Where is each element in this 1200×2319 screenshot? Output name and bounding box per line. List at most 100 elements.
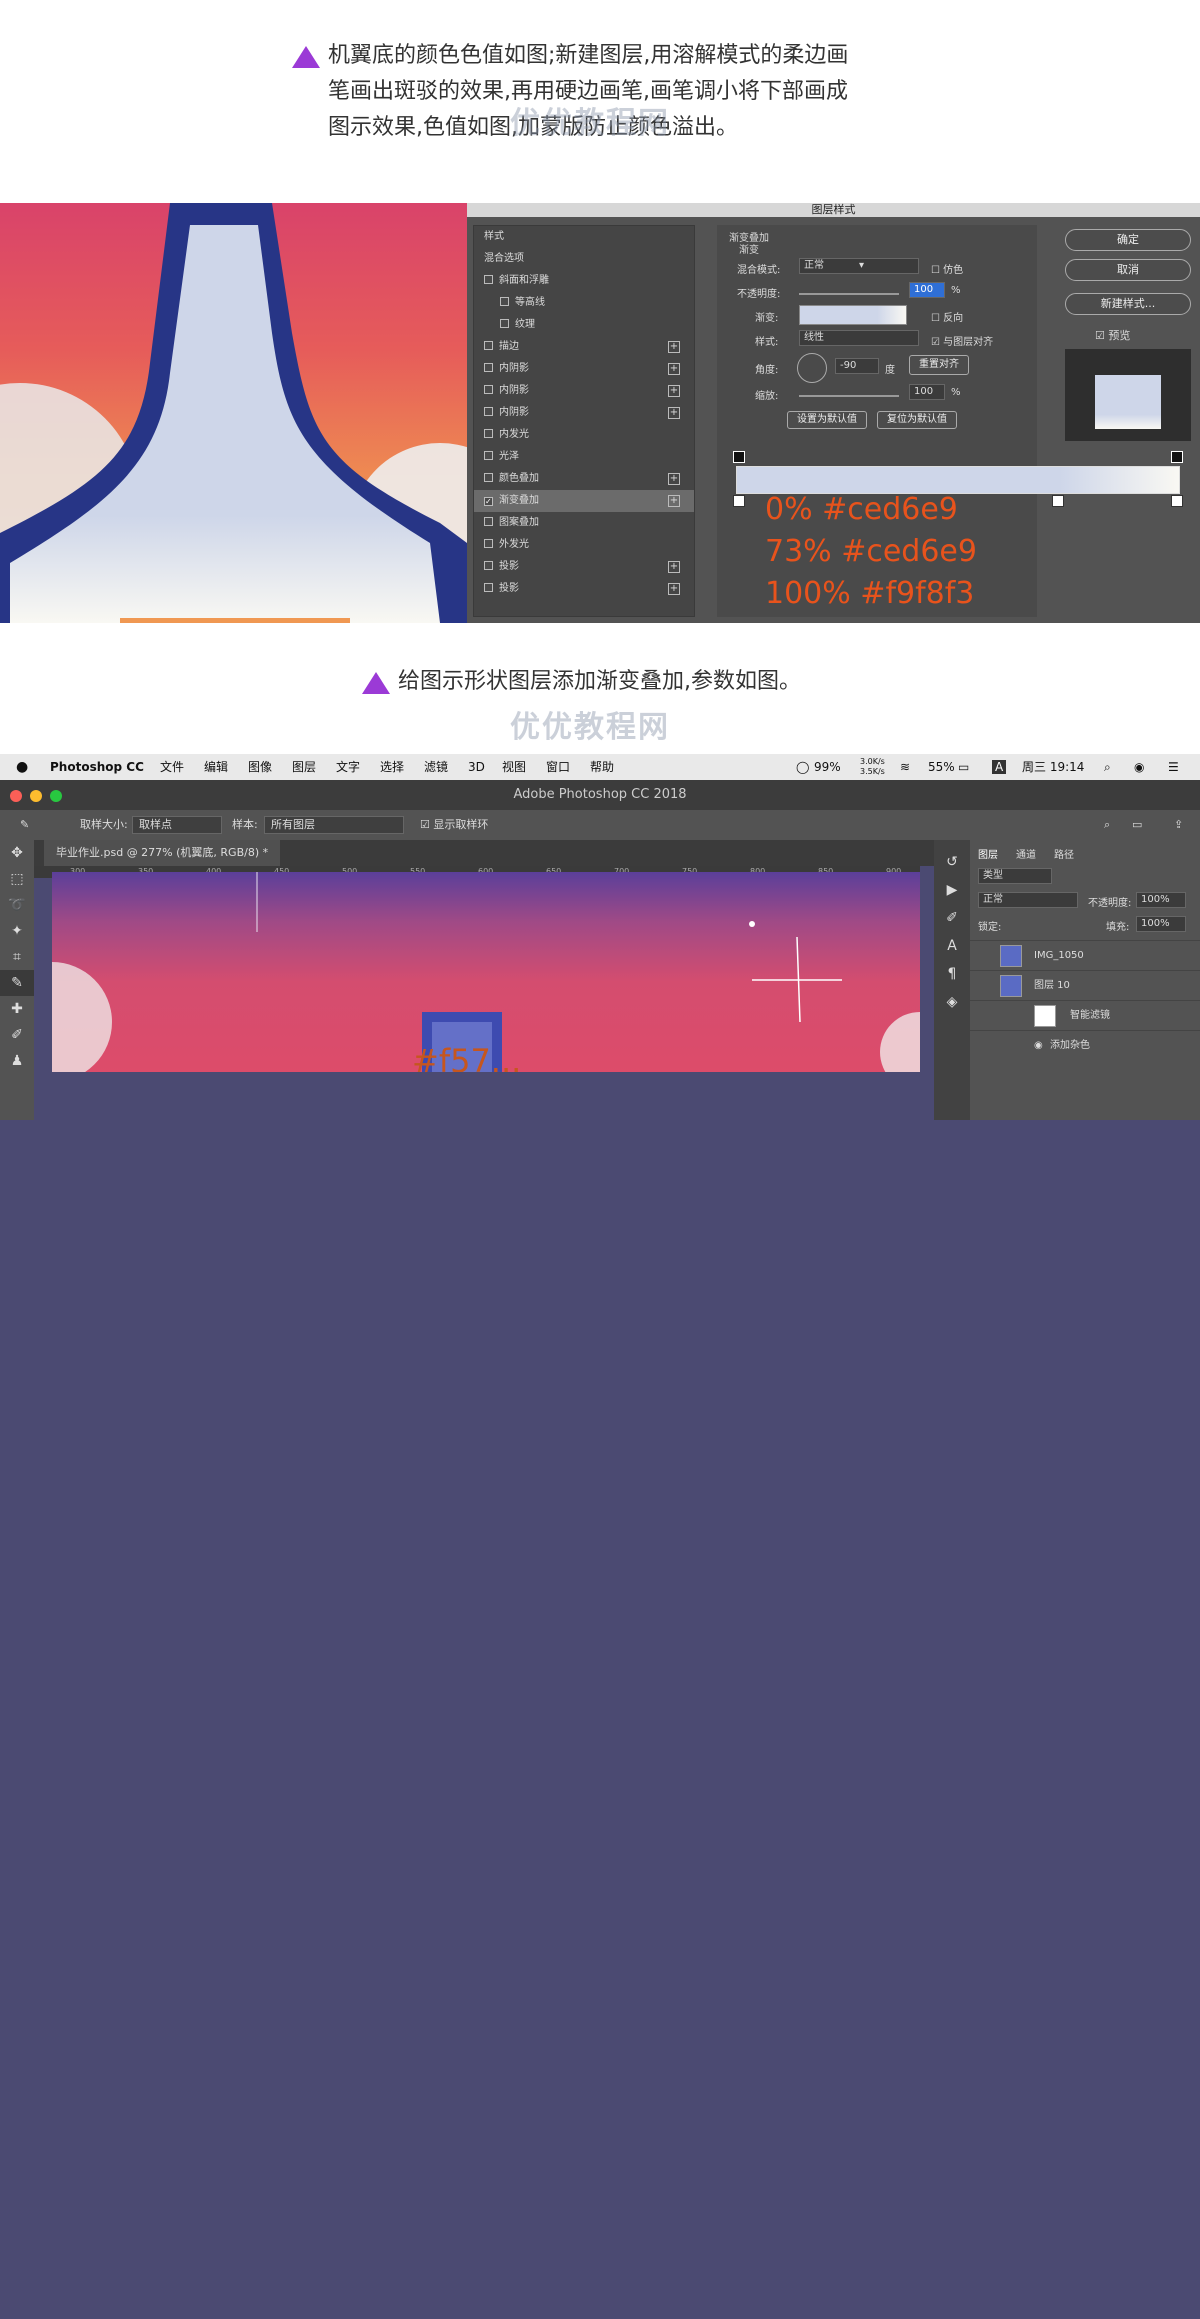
user-icon[interactable]: ◉	[1134, 754, 1144, 780]
share-icon[interactable]: ⇪	[1174, 810, 1183, 840]
style-checkbox[interactable]: ✓	[484, 497, 493, 506]
style-checkbox[interactable]	[500, 319, 509, 328]
new-style-button[interactable]: 新建样式...	[1065, 293, 1191, 315]
style-checkbox[interactable]	[484, 341, 493, 350]
layer-row[interactable]: IMG_1050	[970, 940, 1200, 970]
play-icon[interactable]: ▶	[934, 876, 970, 904]
style-item[interactable]: 内阴影 +	[474, 358, 694, 380]
reverse-checkbox[interactable]: ☐ 反向	[931, 309, 963, 324]
tab-layers[interactable]: 图层	[978, 846, 998, 861]
opacity-input[interactable]: 100%	[1136, 892, 1186, 908]
dither-checkbox[interactable]: ☐ 仿色	[931, 261, 963, 276]
color-stop-100[interactable]	[1171, 495, 1183, 507]
opacity-input[interactable]: 100	[909, 282, 945, 298]
brush-tool-icon[interactable]: ✐	[0, 1022, 34, 1048]
layer-row[interactable]: ◉ 添加杂色	[970, 1030, 1200, 1060]
menu-image[interactable]: 图像	[248, 754, 272, 780]
style-item[interactable]: 内阴影 +	[474, 380, 694, 402]
style-item[interactable]: 描边 +	[474, 336, 694, 358]
zoom-icon[interactable]	[50, 790, 62, 802]
add-effect-icon[interactable]: +	[668, 385, 680, 397]
style-checkbox[interactable]	[484, 473, 493, 482]
menu-view[interactable]: 视图	[502, 754, 526, 780]
menu-filter[interactable]: 滤镜	[424, 754, 448, 780]
style-item[interactable]: 样式	[474, 226, 694, 248]
add-effect-icon[interactable]: +	[668, 495, 680, 507]
style-select[interactable]: 线性	[799, 330, 919, 346]
blend-select[interactable]: 正常	[978, 892, 1078, 908]
style-checkbox[interactable]	[484, 561, 493, 570]
style-item[interactable]: 外发光	[474, 534, 694, 556]
style-item[interactable]: 纹理	[474, 314, 694, 336]
menu-select[interactable]: 选择	[380, 754, 404, 780]
stamp-tool-icon[interactable]: ♟	[0, 1048, 34, 1074]
add-effect-icon[interactable]: +	[668, 473, 680, 485]
list-icon[interactable]: ☰	[1168, 754, 1179, 780]
style-item[interactable]: 图案叠加	[474, 512, 694, 534]
angle-dial[interactable]	[797, 353, 827, 383]
align-checkbox[interactable]: ☑ 与图层对齐	[931, 333, 993, 348]
style-checkbox[interactable]	[484, 451, 493, 460]
brush-settings-icon[interactable]: ✐	[934, 904, 970, 932]
menu-file[interactable]: 文件	[160, 754, 184, 780]
style-checkbox[interactable]	[484, 363, 493, 372]
close-icon[interactable]	[10, 790, 22, 802]
opacity-stop-right[interactable]	[1171, 451, 1183, 463]
make-default-button[interactable]: 设置为默认值	[787, 411, 867, 429]
style-item[interactable]: 光泽	[474, 446, 694, 468]
style-checkbox[interactable]	[484, 275, 493, 284]
reset-default-button[interactable]: 复位为默认值	[877, 411, 957, 429]
style-item[interactable]: 投影 +	[474, 556, 694, 578]
workspace-icon[interactable]: ▭	[1132, 810, 1142, 840]
menu-app[interactable]: Photoshop CC	[50, 754, 144, 780]
style-checkbox[interactable]	[484, 407, 493, 416]
add-effect-icon[interactable]: +	[668, 561, 680, 573]
add-effect-icon[interactable]: +	[668, 407, 680, 419]
apple-icon[interactable]: ●	[16, 754, 28, 780]
style-item[interactable]: 等高线	[474, 292, 694, 314]
search-icon[interactable]: ⌕	[1104, 754, 1111, 780]
menu-layer[interactable]: 图层	[292, 754, 316, 780]
move-tool-icon[interactable]: ✥	[0, 840, 34, 866]
angle-input[interactable]: -90	[835, 358, 879, 374]
menu-type[interactable]: 文字	[336, 754, 360, 780]
paragraph-icon[interactable]: ¶	[934, 960, 970, 988]
style-item[interactable]: 投影 +	[474, 578, 694, 600]
history-icon[interactable]: ↺	[934, 848, 970, 876]
style-checkbox[interactable]	[484, 583, 493, 592]
reset-align-button[interactable]: 重置对齐	[909, 355, 969, 375]
3d-icon[interactable]: ◈	[934, 988, 970, 1016]
layer-row[interactable]: 智能滤镜	[970, 1000, 1200, 1030]
healing-icon[interactable]: ✚	[0, 996, 34, 1022]
style-item[interactable]: ✓ 渐变叠加 +	[474, 490, 694, 512]
style-checkbox[interactable]	[484, 429, 493, 438]
menu-edit[interactable]: 编辑	[204, 754, 228, 780]
cancel-button[interactable]: 取消	[1065, 259, 1191, 281]
style-item[interactable]: 颜色叠加 +	[474, 468, 694, 490]
document-tab[interactable]: 毕业作业.psd @ 277% (机翼底, RGB/8) *	[44, 840, 281, 866]
preview-checkbox[interactable]: ☑ 预览	[1095, 327, 1130, 343]
eye-icon[interactable]: ◉	[1034, 1031, 1043, 1061]
style-checkbox[interactable]	[500, 297, 509, 306]
crop-tool-icon[interactable]: ⌗	[0, 944, 34, 970]
menu-help[interactable]: 帮助	[590, 754, 614, 780]
add-effect-icon[interactable]: +	[668, 583, 680, 595]
color-stop-73[interactable]	[1052, 495, 1064, 507]
add-effect-icon[interactable]: +	[668, 363, 680, 375]
style-item[interactable]: 内发光	[474, 424, 694, 446]
style-item[interactable]: 混合选项	[474, 248, 694, 270]
eyedropper-tool-icon[interactable]: ✎	[20, 810, 29, 840]
gradient-picker[interactable]	[799, 305, 907, 325]
style-checkbox[interactable]	[484, 517, 493, 526]
color-stop-0[interactable]	[733, 495, 745, 507]
style-item[interactable]: 斜面和浮雕	[474, 270, 694, 292]
scale-slider[interactable]	[799, 395, 899, 397]
document-canvas[interactable]: #f57...	[52, 872, 920, 1072]
minimize-icon[interactable]	[30, 790, 42, 802]
layer-row[interactable]: 图层 10	[970, 970, 1200, 1000]
scale-input[interactable]: 100	[909, 384, 945, 400]
marquee-tool-icon[interactable]: ⬚	[0, 866, 34, 892]
search-icon[interactable]: ⌕	[1104, 810, 1110, 840]
style-checkbox[interactable]	[484, 385, 493, 394]
menu-3d[interactable]: 3D	[468, 754, 485, 780]
